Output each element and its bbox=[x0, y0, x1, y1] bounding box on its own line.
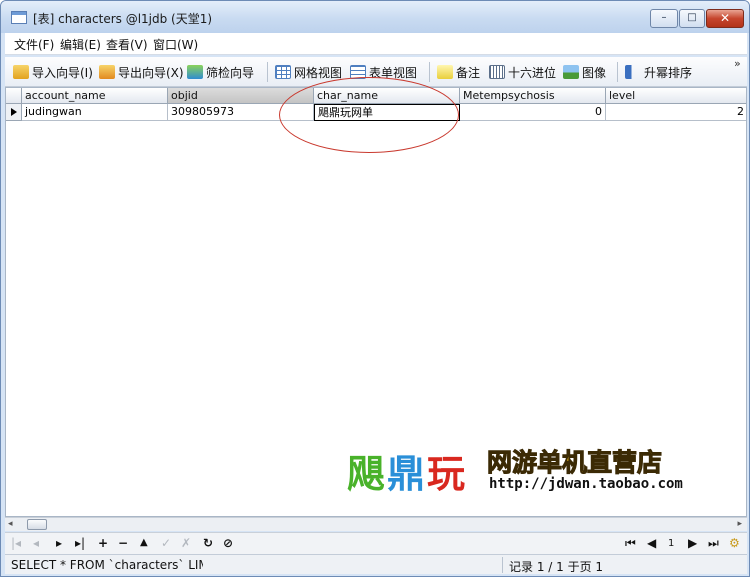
scroll-right-icon[interactable]: ▸ bbox=[737, 519, 742, 529]
memo-label: 备注 bbox=[456, 65, 481, 80]
window-title: [表] characters @l1jdb (天堂1) bbox=[33, 12, 213, 26]
memo-button[interactable]: 备注 bbox=[437, 63, 480, 81]
record-count: 记录 1 / 1 于页 1 bbox=[509, 560, 604, 574]
import-icon bbox=[13, 65, 29, 79]
stop-icon[interactable]: ⊘ bbox=[223, 536, 233, 550]
current-row-indicator-icon[interactable] bbox=[6, 104, 22, 121]
watermark-slogan: 网游单机直营店 bbox=[486, 448, 663, 478]
toolbar-overflow-icon[interactable]: » bbox=[734, 58, 741, 69]
grid-view-button[interactable]: 网格视图 bbox=[275, 63, 342, 81]
menu-edit[interactable]: 编辑(E) bbox=[60, 36, 101, 53]
scroll-left-icon[interactable]: ◂ bbox=[8, 519, 13, 529]
discard-changes-icon[interactable]: ✗ bbox=[181, 536, 191, 550]
hex-icon bbox=[489, 65, 505, 79]
sort-ascending-button[interactable]: 升幂排序 bbox=[625, 63, 692, 81]
scroll-thumb[interactable] bbox=[27, 519, 47, 530]
page-number[interactable]: 1 bbox=[668, 538, 674, 549]
settings-icon[interactable]: ⚙ bbox=[729, 536, 740, 550]
menu-file[interactable]: 文件(F) bbox=[14, 36, 54, 53]
filter-wizard-label: 筛检向导 bbox=[206, 65, 255, 80]
minimize-button[interactable]: – bbox=[650, 9, 678, 28]
memo-icon bbox=[437, 65, 453, 79]
menu-view[interactable]: 查看(V) bbox=[106, 36, 148, 53]
toolbar-separator bbox=[617, 62, 618, 82]
watermark-url: http://jdwan.taobao.com bbox=[489, 476, 683, 492]
watermark-brand: 飓鼎玩 bbox=[347, 452, 468, 496]
hex-button[interactable]: 十六进位 bbox=[489, 63, 556, 81]
first-record-icon[interactable]: |◂ bbox=[11, 536, 21, 550]
image-label: 图像 bbox=[582, 65, 607, 80]
record-navigator: |◂ ◂ ▸ ▸| + − ▲ ✓ ✗ ↻ ⊘ ⏮ ◀ 1 ▶ ⏭ ⚙ bbox=[5, 532, 747, 554]
maximize-button[interactable]: □ bbox=[679, 9, 705, 28]
import-wizard-button[interactable]: 导入向导(I) bbox=[13, 63, 93, 81]
export-icon bbox=[99, 65, 115, 79]
last-record-icon[interactable]: ▸| bbox=[75, 536, 85, 550]
image-icon bbox=[563, 65, 579, 79]
cell-metempsychosis[interactable]: 0 bbox=[460, 104, 606, 121]
apply-changes-icon[interactable]: ✓ bbox=[161, 536, 171, 550]
cell-account-name[interactable]: judingwan bbox=[22, 104, 168, 121]
menu-window[interactable]: 窗口(W) bbox=[153, 36, 198, 53]
grid-view-label: 网格视图 bbox=[294, 65, 343, 80]
export-wizard-label: 导出向导(X) bbox=[118, 65, 184, 80]
status-bar: SELECT * FROM `characters` LIMI 记录 1 / 1… bbox=[5, 554, 747, 574]
menu-bar: 文件(F) 编辑(E) 查看(V) 窗口(W) bbox=[5, 33, 747, 55]
grid-corner bbox=[6, 88, 22, 104]
delete-record-icon[interactable]: − bbox=[118, 536, 128, 550]
close-button[interactable]: ✕ bbox=[706, 9, 744, 28]
image-button[interactable]: 图像 bbox=[563, 63, 606, 81]
previous-page-icon[interactable]: ◀ bbox=[647, 536, 656, 550]
horizontal-scrollbar[interactable]: ◂ ▸ bbox=[5, 517, 747, 531]
up-icon[interactable]: ▲ bbox=[140, 537, 148, 548]
column-header-level[interactable]: level bbox=[606, 88, 746, 104]
sql-statement: SELECT * FROM `characters` LIMI bbox=[11, 558, 203, 572]
app-window: [表] characters @l1jdb (天堂1) – □ ✕ 文件(F) … bbox=[0, 0, 750, 577]
filter-icon bbox=[187, 65, 203, 79]
column-header-account-name[interactable]: account_name bbox=[22, 88, 168, 104]
toolbar-separator bbox=[267, 62, 268, 82]
add-record-icon[interactable]: + bbox=[98, 536, 108, 550]
status-divider bbox=[502, 557, 503, 573]
filter-wizard-button[interactable]: 筛检向导 bbox=[187, 63, 254, 81]
title-bar: [表] characters @l1jdb (天堂1) – □ ✕ bbox=[1, 1, 749, 33]
hex-label: 十六进位 bbox=[508, 65, 557, 80]
refresh-icon[interactable]: ↻ bbox=[203, 536, 213, 550]
import-wizard-label: 导入向导(I) bbox=[32, 65, 93, 80]
sort-ascending-icon bbox=[625, 65, 641, 79]
annotation-ellipse bbox=[279, 77, 459, 153]
sort-ascending-label: 升幂排序 bbox=[644, 65, 693, 80]
toolbar-separator bbox=[429, 62, 430, 82]
last-page-icon[interactable]: ⏭ bbox=[708, 536, 719, 551]
export-wizard-button[interactable]: 导出向导(X) bbox=[99, 63, 184, 81]
next-record-icon[interactable]: ▸ bbox=[56, 536, 62, 550]
previous-record-icon[interactable]: ◂ bbox=[33, 536, 39, 550]
cell-level[interactable]: 2 bbox=[606, 104, 746, 121]
first-page-icon[interactable]: ⏮ bbox=[625, 536, 636, 551]
grid-icon bbox=[275, 65, 291, 79]
column-header-metempsychosis[interactable]: Metempsychosis bbox=[460, 88, 606, 104]
next-page-icon[interactable]: ▶ bbox=[688, 536, 697, 550]
table-icon bbox=[11, 11, 27, 24]
